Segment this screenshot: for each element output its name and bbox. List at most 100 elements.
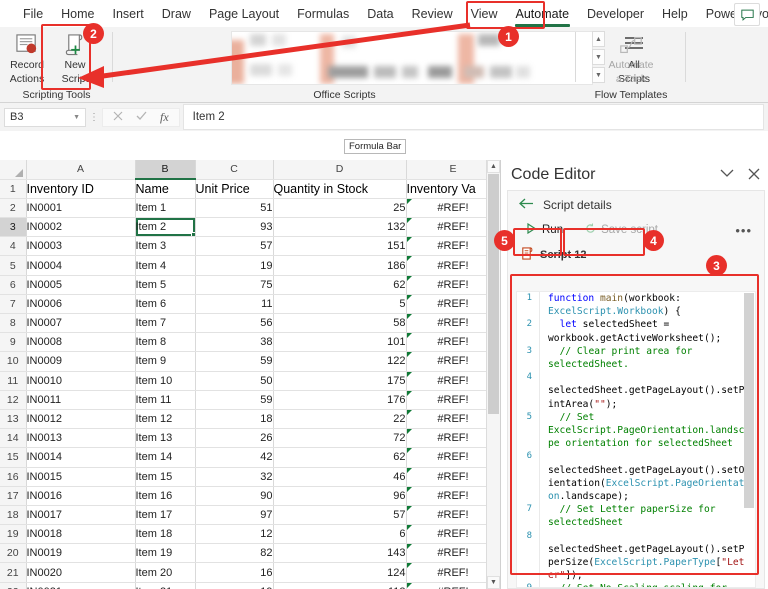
check-icon[interactable] — [136, 111, 147, 124]
cell-inventory-id[interactable]: IN0004 — [26, 255, 136, 276]
row-header-13[interactable]: 13 — [0, 409, 27, 430]
cell-unit-price[interactable]: 50 — [195, 371, 274, 391]
cell-name[interactable]: Item 8 — [135, 332, 196, 353]
cell-unit-price[interactable]: 97 — [195, 505, 274, 526]
code-vertical-scrollbar[interactable] — [744, 293, 754, 586]
cell-quantity-in-stock[interactable]: 96 — [273, 486, 407, 506]
row-header-5[interactable]: 5 — [0, 255, 27, 276]
cell-quantity-in-stock[interactable]: 5 — [273, 294, 407, 315]
chevron-down-icon[interactable] — [720, 169, 734, 181]
column-header-b[interactable]: B — [135, 160, 196, 181]
code-line-text[interactable]: // Set No Scaling scaling for selectedSh… — [539, 582, 755, 587]
tab-automate[interactable]: Automate — [507, 3, 579, 27]
cell-quantity-in-stock[interactable]: 124 — [273, 562, 407, 583]
cell-quantity-in-stock[interactable]: 176 — [273, 390, 407, 410]
tab-review[interactable]: Review — [403, 3, 462, 25]
select-all-corner[interactable] — [0, 160, 27, 180]
column-header-a[interactable]: A — [26, 160, 136, 180]
grid-vertical-scrollbar[interactable]: ▲ ▼ — [486, 160, 500, 589]
cell-name[interactable]: Item 10 — [135, 371, 196, 391]
cell-name[interactable]: Item 17 — [135, 505, 196, 526]
cell-inventory-id[interactable]: IN0008 — [26, 332, 136, 353]
code-line-text[interactable]: // Set Letter paperSize for selectedShee… — [539, 503, 755, 530]
run-button[interactable]: Run — [518, 219, 571, 241]
column-header-c[interactable]: C — [195, 160, 274, 180]
cell-unit-price[interactable]: 38 — [195, 332, 274, 353]
cell-quantity-in-stock[interactable]: 112 — [273, 582, 407, 589]
scroll-down-icon[interactable]: ▼ — [487, 576, 500, 589]
cell-name[interactable]: Item 18 — [135, 524, 196, 545]
tab-insert[interactable]: Insert — [104, 3, 153, 25]
more-options-icon[interactable]: ••• — [735, 223, 752, 238]
row-header-21[interactable]: 21 — [0, 562, 27, 583]
scroll-thumb[interactable] — [488, 174, 499, 414]
cell-name[interactable]: Item 13 — [135, 428, 196, 449]
cell-name[interactable]: Item 21 — [135, 582, 196, 589]
cell-inventory-id[interactable]: IN0018 — [26, 524, 136, 545]
cell-name[interactable]: Item 6 — [135, 294, 196, 315]
automate-a-task-button[interactable]: Automate a Task — [600, 27, 662, 85]
code-line-text[interactable]: selectedSheet.getPageLayout().setPrintAr… — [539, 371, 755, 411]
cell-quantity-in-stock[interactable]: 57 — [273, 505, 407, 526]
row-header-19[interactable]: 19 — [0, 524, 27, 545]
cell-quantity-in-stock[interactable]: 143 — [273, 543, 407, 564]
cell-unit-price[interactable]: 18 — [195, 409, 274, 430]
cell-quantity-in-stock[interactable]: 151 — [273, 236, 407, 257]
column-header-d[interactable]: D — [273, 160, 407, 180]
fx-icon[interactable]: fx — [160, 110, 169, 125]
cell-unit-price[interactable]: 59 — [195, 351, 274, 372]
cell-quantity-in-stock[interactable]: 62 — [273, 447, 407, 468]
cell-quantity-in-stock[interactable]: 72 — [273, 428, 407, 449]
cell-unit-price[interactable]: 19 — [195, 582, 274, 589]
row-header-6[interactable]: 6 — [0, 275, 27, 295]
cell-inventory-id[interactable]: IN0002 — [26, 217, 136, 238]
cell-name[interactable]: Item 4 — [135, 255, 196, 276]
cell-quantity-in-stock[interactable]: 101 — [273, 332, 407, 353]
code-area[interactable]: 1 function main(workbook: ExcelScript.Wor… — [516, 291, 756, 588]
scripts-gallery[interactable] — [231, 31, 593, 85]
cell-unit-price[interactable]: 42 — [195, 447, 274, 468]
cell-unit-price[interactable]: 19 — [195, 255, 274, 276]
tab-draw[interactable]: Draw — [153, 3, 200, 25]
row-header-10[interactable]: 10 — [0, 351, 27, 372]
scroll-up-icon[interactable]: ▲ — [487, 160, 500, 173]
cell-inventory-id[interactable]: IN0016 — [26, 486, 136, 506]
cell-inventory-id[interactable]: IN0015 — [26, 467, 136, 487]
cell-quantity-in-stock[interactable]: 22 — [273, 409, 407, 430]
tab-developer[interactable]: Developer — [578, 3, 653, 25]
cell-name[interactable]: Item 9 — [135, 351, 196, 372]
cell-quantity-in-stock[interactable]: 6 — [273, 524, 407, 545]
cell-quantity-in-stock[interactable]: 175 — [273, 371, 407, 391]
formula-bar-input[interactable]: Item 2 — [182, 104, 764, 130]
record-actions-button[interactable]: Record Actions — [3, 27, 51, 85]
tab-view[interactable]: View — [462, 3, 507, 25]
cell-unit-price[interactable]: 32 — [195, 467, 274, 487]
header-cell-b1[interactable]: Name — [135, 179, 196, 199]
code-line-text[interactable]: selectedSheet.getPageLayout().setOrienta… — [539, 450, 755, 504]
code-scroll-thumb[interactable] — [744, 293, 754, 508]
row-header-2[interactable]: 2 — [0, 198, 27, 219]
row-header-4[interactable]: 4 — [0, 236, 27, 257]
tab-page-layout[interactable]: Page Layout — [200, 3, 288, 25]
header-cell-d1[interactable]: Quantity in Stock — [273, 179, 407, 199]
cell-unit-price[interactable]: 16 — [195, 562, 274, 583]
tab-home[interactable]: Home — [52, 3, 103, 25]
code-line-text[interactable]: // Set ExcelScript.PageOrientation.lands… — [539, 410, 755, 451]
close-icon[interactable] — [748, 168, 760, 183]
cell-unit-price[interactable]: 51 — [195, 198, 274, 219]
cell-name[interactable]: Item 14 — [135, 447, 196, 468]
cell-inventory-id[interactable]: IN0017 — [26, 505, 136, 526]
row-header-1[interactable]: 1 — [0, 179, 27, 199]
cell-name[interactable]: Item 12 — [135, 409, 196, 430]
cell-unit-price[interactable]: 12 — [195, 524, 274, 545]
cell-quantity-in-stock[interactable]: 186 — [273, 255, 407, 276]
cell-selected-name[interactable]: Item 2 — [135, 217, 196, 238]
cell-unit-price[interactable]: 82 — [195, 543, 274, 564]
cell-inventory-id[interactable]: IN0011 — [26, 390, 136, 410]
tab-formulas[interactable]: Formulas — [288, 3, 358, 25]
cell-unit-price[interactable]: 56 — [195, 313, 274, 334]
code-line-text[interactable]: // Clear print area for selectedSheet. — [539, 344, 755, 372]
cell-inventory-id[interactable]: IN0006 — [26, 294, 136, 315]
row-header-12[interactable]: 12 — [0, 390, 27, 410]
cell-unit-price[interactable]: 57 — [195, 236, 274, 257]
